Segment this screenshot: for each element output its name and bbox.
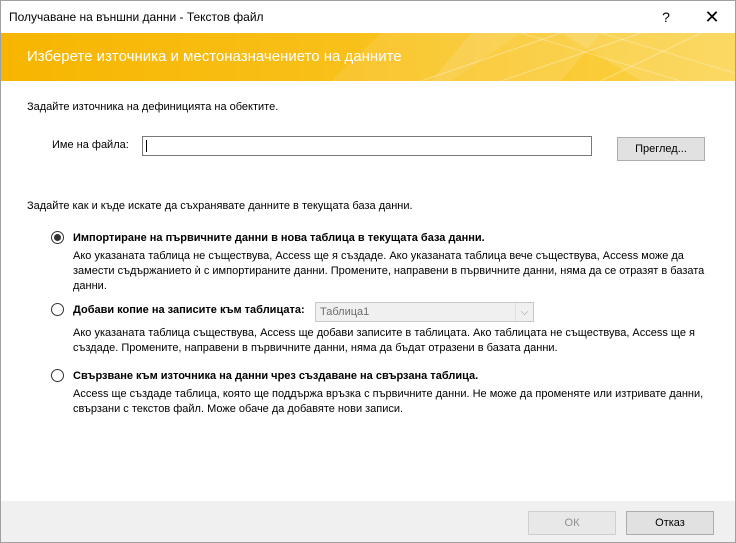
header-banner: Изберете източника и местоназначението н… <box>1 33 735 81</box>
target-table-select[interactable]: Таблица1 ⌵ <box>315 302 534 322</box>
destination-instruction: Задайте как и къде искате да съхранявате… <box>27 200 413 212</box>
import-option-description: Ако указаната таблица не съществува, Acc… <box>73 250 705 292</box>
append-radio[interactable] <box>51 303 64 316</box>
import-radio[interactable] <box>51 231 64 244</box>
link-option-label[interactable]: Свързване към източника на данни чрез съ… <box>73 370 478 382</box>
file-name-label: Име на файла: <box>52 139 129 151</box>
source-instruction: Задайте източника на дефиницията на обек… <box>27 101 279 113</box>
browse-button[interactable]: Преглед... <box>617 137 705 161</box>
close-button[interactable]: ✕ <box>689 1 735 33</box>
dialog-footer: ОК Отказ <box>1 501 735 542</box>
banner-heading: Изберете източника и местоназначението н… <box>27 48 402 65</box>
append-option-description: Ако указаната таблица съществува, Access… <box>73 327 695 354</box>
target-table-value: Таблица1 <box>320 306 370 318</box>
dialog-content: Задайте източника на дефиницията на обек… <box>1 81 735 501</box>
cancel-button[interactable]: Отказ <box>626 511 714 535</box>
append-option-label[interactable]: Добави копие на записите към таблицата: <box>73 304 305 316</box>
chevron-down-icon[interactable]: ⌵ <box>515 303 533 321</box>
ok-button[interactable]: ОК <box>528 511 616 535</box>
window-title: Получаване на външни данни - Текстов фай… <box>9 10 264 24</box>
link-radio[interactable] <box>51 369 64 382</box>
import-option-label[interactable]: Импортиране на първичните данни в нова т… <box>73 232 485 244</box>
dialog-window: Получаване на външни данни - Текстов фай… <box>0 0 736 543</box>
file-name-input[interactable] <box>142 136 592 156</box>
link-option-description: Access ще създаде таблица, която ще подд… <box>73 388 704 415</box>
text-caret <box>146 140 147 152</box>
help-button[interactable]: ? <box>643 1 689 33</box>
title-bar: Получаване на външни данни - Текстов фай… <box>1 1 735 33</box>
